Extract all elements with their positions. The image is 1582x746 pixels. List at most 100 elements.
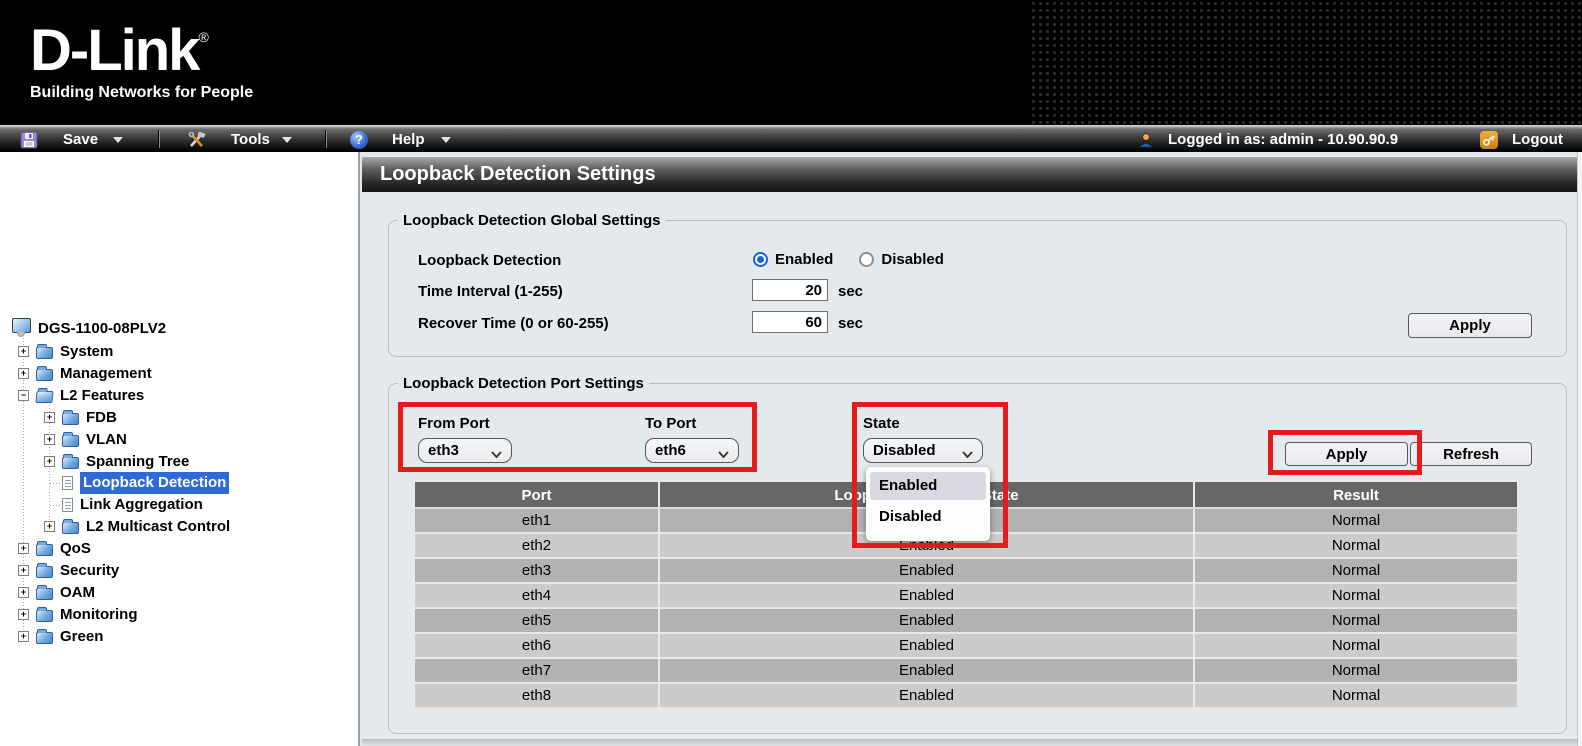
expand-plus-icon[interactable]: + (44, 521, 55, 532)
vertical-scrollbar[interactable] (1577, 152, 1582, 746)
to-port-select[interactable]: eth6 (645, 438, 739, 463)
sidebar-item-link-aggregation[interactable]: Link Aggregation (80, 494, 203, 516)
radio-disabled[interactable] (859, 252, 874, 267)
sidebar-item-oam[interactable]: OAM (60, 582, 95, 604)
sidebar-item-management[interactable]: Management (60, 363, 152, 385)
expand-plus-icon[interactable]: + (44, 412, 55, 423)
sidebar-item-green[interactable]: Green (60, 626, 103, 648)
from-port-label: From Port (418, 415, 490, 432)
recover-time-input[interactable] (752, 311, 828, 333)
state-option-enabled[interactable]: Enabled (870, 472, 986, 500)
table-cell: eth7 (415, 659, 660, 684)
expand-plus-icon[interactable]: + (18, 631, 29, 642)
tools-icon (188, 131, 206, 149)
registered-mark: ® (198, 29, 206, 45)
sidebar-item-vlan[interactable]: VLAN (86, 429, 127, 451)
chevron-down-icon (718, 446, 729, 464)
table-cell: Normal (1195, 609, 1517, 634)
save-dropdown-arrow-icon[interactable] (113, 137, 123, 143)
recover-time-label: Recover Time (0 or 60-255) (418, 315, 609, 332)
column-header-result: Result (1195, 482, 1517, 509)
chevron-down-icon (962, 446, 973, 464)
sidebar-item-security[interactable]: Security (60, 560, 119, 582)
top-banner: D-Link® Building Networks for People (0, 0, 1582, 125)
folder-icon (62, 522, 79, 534)
table-cell: Normal (1195, 509, 1517, 534)
time-interval-input[interactable] (752, 279, 828, 301)
time-interval-unit: sec (838, 283, 863, 300)
folder-icon (36, 369, 53, 381)
tools-dropdown-arrow-icon[interactable] (282, 137, 292, 143)
state-label: State (863, 415, 900, 432)
from-port-select[interactable]: eth3 (418, 438, 512, 463)
table-cell: eth5 (415, 609, 660, 634)
sidebar-item-fdb[interactable]: FDB (86, 407, 117, 429)
expand-plus-icon[interactable]: + (18, 346, 29, 357)
device-icon (12, 318, 31, 333)
folder-icon (36, 566, 53, 578)
table-cell: Normal (1195, 659, 1517, 684)
global-settings-legend: Loopback Detection Global Settings (398, 212, 666, 229)
help-icon: ? (350, 131, 368, 149)
logout-key-icon (1480, 131, 1498, 149)
table-cell: eth6 (415, 634, 660, 659)
collapse-minus-icon[interactable]: − (18, 390, 29, 401)
toolbar-separator (325, 130, 327, 148)
tree-connector-line (50, 505, 61, 506)
help-menu[interactable]: Help (392, 126, 425, 153)
dlink-logo: D-Link® Building Networks for People (30, 6, 253, 102)
sidebar-item-l2-features[interactable]: L2 Features (60, 385, 144, 407)
table-cell: Normal (1195, 584, 1517, 609)
folder-icon (36, 347, 53, 359)
state-select[interactable]: Disabled (863, 438, 983, 463)
port-apply-button[interactable]: Apply (1285, 442, 1408, 466)
folder-icon (62, 435, 79, 447)
recover-time-unit: sec (838, 315, 863, 332)
toolbar-separator (158, 130, 160, 148)
expand-plus-icon[interactable]: + (18, 368, 29, 379)
to-port-value: eth6 (655, 439, 686, 462)
sidebar-item-qos[interactable]: QoS (60, 538, 91, 560)
folder-icon (62, 457, 79, 469)
table-cell: eth3 (415, 559, 660, 584)
expand-plus-icon[interactable]: + (44, 434, 55, 445)
page-title: Loopback Detection Settings (380, 157, 656, 192)
expand-plus-icon[interactable]: + (18, 587, 29, 598)
state-value: Disabled (873, 439, 936, 462)
sidebar-item-monitoring[interactable]: Monitoring (60, 604, 137, 626)
save-menu[interactable]: Save (63, 126, 98, 153)
toolbar: Save Tools ? Help Logged in as: admin - … (0, 125, 1582, 152)
table-cell: eth8 (415, 684, 660, 709)
expand-plus-icon[interactable]: + (18, 565, 29, 576)
table-cell: eth4 (415, 584, 660, 609)
table-cell: Enabled (660, 684, 1195, 709)
sidebar-item-system[interactable]: System (60, 341, 113, 363)
horizontal-scrollbar[interactable] (362, 739, 1577, 746)
global-apply-button[interactable]: Apply (1408, 313, 1532, 338)
sidebar-item-loopback-detection[interactable]: Loopback Detection (80, 472, 229, 494)
table-cell: Normal (1195, 684, 1517, 709)
page: D-Link® Building Networks for People Sav… (0, 0, 1582, 746)
folder-icon (36, 544, 53, 556)
sidebar-item-l2-multicast-control[interactable]: L2 Multicast Control (86, 516, 230, 538)
banner-dot-pattern (1030, 0, 1582, 125)
sidebar-item-spanning-tree[interactable]: Spanning Tree (86, 451, 189, 473)
sidebar-root-device[interactable]: DGS-1100-08PLV2 (38, 319, 166, 339)
expand-plus-icon[interactable]: + (18, 543, 29, 554)
table-cell: eth2 (415, 534, 660, 559)
tools-menu[interactable]: Tools (231, 126, 270, 153)
expand-plus-icon[interactable]: + (18, 609, 29, 620)
help-dropdown-arrow-icon[interactable] (441, 137, 451, 143)
radio-enabled[interactable] (753, 252, 768, 267)
expand-plus-icon[interactable]: + (44, 456, 55, 467)
from-port-value: eth3 (428, 439, 459, 462)
logo-tagline: Building Networks for People (30, 84, 253, 102)
refresh-button[interactable]: Refresh (1410, 442, 1532, 466)
radio-disabled-label: Disabled (881, 251, 944, 268)
document-icon (62, 498, 73, 512)
table-cell: Enabled (660, 584, 1195, 609)
state-option-disabled[interactable]: Disabled (870, 503, 986, 531)
port-settings-legend: Loopback Detection Port Settings (398, 375, 649, 392)
loopback-detection-label: Loopback Detection (418, 252, 561, 269)
logout-button[interactable]: Logout (1512, 126, 1563, 153)
